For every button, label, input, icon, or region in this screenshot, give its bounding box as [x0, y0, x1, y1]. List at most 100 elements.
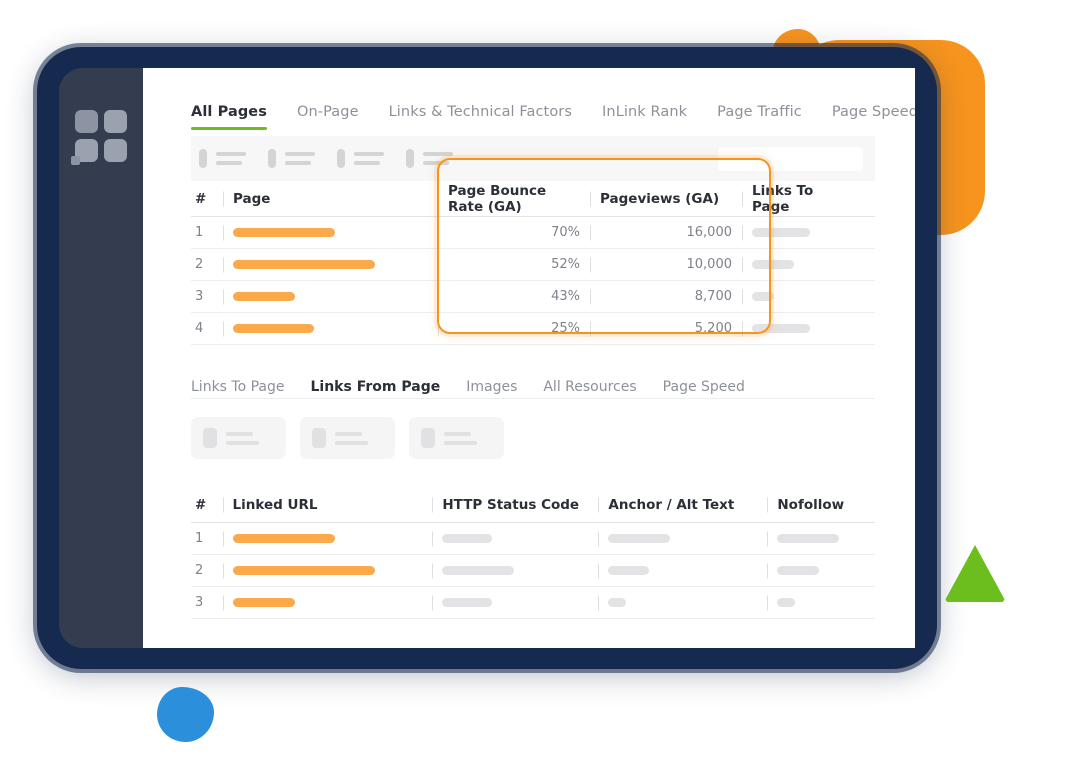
table-row[interactable]: 1 70% 16,000 [191, 217, 875, 249]
filter-chip-4[interactable] [406, 149, 453, 168]
links-to-page-cell [742, 260, 862, 269]
placeholder-line [354, 161, 380, 165]
links-to-page-cell [742, 324, 862, 333]
placeholder-line [354, 152, 384, 156]
placeholder-line [335, 440, 368, 445]
app-sidebar [59, 68, 143, 648]
tab-links-to-page[interactable]: Links To Page [191, 379, 285, 395]
screenshot-stage: All Pages On-Page Links & Technical Fact… [0, 0, 1080, 774]
column-header-linked-url[interactable]: Linked URL [223, 497, 433, 513]
table-row[interactable]: 1 [191, 523, 875, 555]
all-pages-table: # Page Page Bounce Rate (GA) Pageviews (… [191, 158, 875, 345]
tab-images[interactable]: Images [466, 379, 517, 395]
pageviews-value: 8,700 [590, 289, 742, 304]
placeholder-line [335, 431, 362, 436]
device-frame: All Pages On-Page Links & Technical Fact… [37, 47, 937, 669]
bounce-rate-value: 70% [438, 225, 590, 240]
table-row[interactable]: 3 43% 8,700 [191, 281, 875, 313]
url-placeholder-bar [232, 534, 335, 543]
card-text-placeholder [444, 431, 477, 445]
page-placeholder-bar [233, 228, 335, 237]
filter-toolbar [191, 136, 875, 181]
nofollow-placeholder-bar [777, 598, 796, 607]
page-placeholder-bar [233, 324, 314, 333]
card-icon-placeholder [312, 428, 326, 448]
row-number: 1 [195, 225, 204, 240]
anchor-alt-text-cell [598, 566, 767, 575]
links-to-page-cell [742, 228, 862, 237]
anchor-alt-text-cell [598, 534, 767, 543]
tab-page-speed-secondary[interactable]: Page Speed [663, 379, 745, 395]
bounce-rate-value: 43% [438, 289, 590, 304]
http-status-cell [432, 598, 598, 607]
filter-chip-1[interactable] [199, 149, 246, 168]
card-text-placeholder [226, 431, 259, 445]
linked-url-cell [223, 566, 433, 575]
filter-card-2[interactable] [300, 417, 395, 459]
nofollow-cell [767, 566, 875, 575]
bounce-rate-value: 52% [438, 257, 590, 272]
filter-chip-2[interactable] [268, 149, 315, 168]
logo-square-2 [104, 110, 127, 133]
column-header-nofollow[interactable]: Nofollow [767, 497, 875, 513]
placeholder-line [216, 161, 242, 165]
filter-chip-bar-icon [406, 149, 414, 168]
linked-url-cell [223, 534, 433, 543]
table-row[interactable]: 2 52% 10,000 [191, 249, 875, 281]
http-status-cell [432, 566, 598, 575]
app-content-panel: All Pages On-Page Links & Technical Fact… [143, 68, 915, 648]
table-row[interactable]: 3 [191, 587, 875, 619]
tab-page-traffic[interactable]: Page Traffic [717, 104, 802, 130]
grid-logo-icon[interactable] [71, 110, 127, 165]
filter-chip-3[interactable] [337, 149, 384, 168]
row-number: 4 [195, 321, 204, 336]
filter-card-1[interactable] [191, 417, 286, 459]
url-placeholder-bar [232, 566, 375, 575]
search-input[interactable] [718, 146, 863, 171]
filter-card-3[interactable] [409, 417, 504, 459]
links-placeholder-bar [752, 228, 810, 237]
table-row[interactable]: 2 [191, 555, 875, 587]
column-header-links-to-page[interactable]: Links To Page [742, 183, 862, 215]
pageviews-value: 5,200 [590, 321, 742, 336]
card-icon-placeholder [203, 428, 217, 448]
url-placeholder-bar [232, 598, 295, 607]
page-cell [223, 260, 438, 269]
column-header-num[interactable]: # [191, 497, 223, 513]
tab-links-technical-factors[interactable]: Links & Technical Factors [389, 104, 572, 130]
secondary-tab-bar: Links To Page Links From Page Images All… [191, 345, 875, 399]
filter-chip-bar-icon [199, 149, 207, 168]
anchor-placeholder-bar [608, 566, 650, 575]
card-icon-placeholder [421, 428, 435, 448]
anchor-placeholder-bar [608, 534, 671, 543]
page-placeholder-bar [233, 292, 295, 301]
linked-url-cell [223, 598, 433, 607]
links-placeholder-bar [752, 260, 794, 269]
tab-inlink-rank[interactable]: InLink Rank [602, 104, 687, 130]
column-header-pageviews[interactable]: Pageviews (GA) [590, 191, 742, 207]
table-row[interactable]: 4 25% 5,200 [191, 313, 875, 345]
decorative-blue-blob [157, 687, 214, 742]
pageviews-value: 10,000 [590, 257, 742, 272]
nofollow-cell [767, 534, 875, 543]
http-placeholder-bar [442, 534, 493, 543]
column-header-page[interactable]: Page [223, 191, 438, 207]
tab-all-pages-label: All Pages [191, 104, 267, 120]
tab-all-pages[interactable]: All Pages [191, 104, 267, 130]
placeholder-line [444, 431, 471, 436]
tab-all-resources[interactable]: All Resources [543, 379, 636, 395]
row-number: 2 [195, 563, 204, 578]
http-placeholder-bar [442, 598, 493, 607]
links-from-page-table: # Linked URL HTTP Status Code Anchor / A… [191, 487, 875, 619]
placeholder-line [285, 152, 315, 156]
placeholder-line [226, 431, 253, 436]
column-header-http-status-code[interactable]: HTTP Status Code [432, 497, 598, 513]
decorative-green-triangle [944, 545, 1006, 603]
column-header-page-bounce-rate[interactable]: Page Bounce Rate (GA) [438, 183, 590, 215]
tab-on-page[interactable]: On-Page [297, 104, 359, 130]
tab-links-from-page[interactable]: Links From Page [311, 379, 441, 395]
logo-square-1 [75, 110, 98, 133]
column-header-num[interactable]: # [191, 191, 223, 207]
tab-page-speed[interactable]: Page Speed [832, 104, 915, 130]
column-header-anchor-alt-text[interactable]: Anchor / Alt Text [598, 497, 767, 513]
